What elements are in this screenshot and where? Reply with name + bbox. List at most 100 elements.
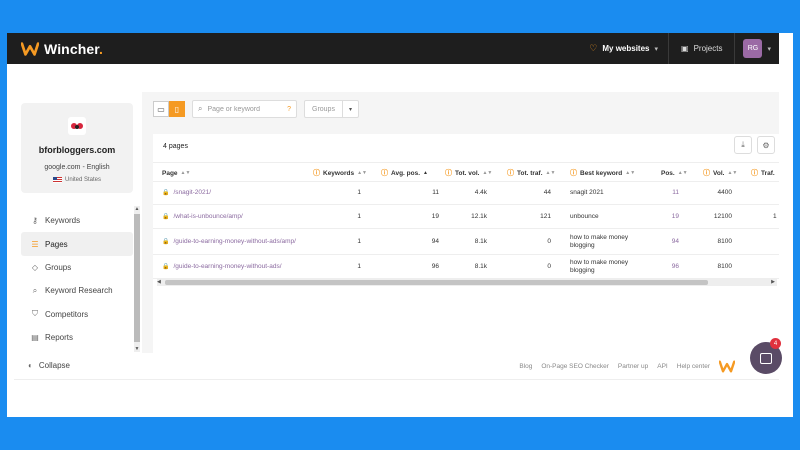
page-url-link[interactable]: 🔒/guide-to-earning-money-without-ads/: [162, 255, 307, 278]
desktop-icon: ▭: [157, 104, 165, 114]
search-box: ⌕ ?: [192, 100, 297, 118]
avg-pos-value: 11: [432, 189, 439, 196]
sidebar-item-pages[interactable]: ☰ Pages: [21, 232, 133, 256]
sidebar-item-label: Reports: [45, 333, 74, 343]
my-websites-label: My websites: [602, 44, 650, 53]
projects-menu[interactable]: ▣ Projects: [669, 33, 736, 64]
sidebar-item-reports[interactable]: ▤ Reports: [21, 326, 133, 349]
sidebar-item-label: Keyword Research: [45, 286, 113, 296]
column-header-tot-vol[interactable]: ⓘ Tot. vol. ▲▼: [445, 163, 492, 183]
table-row[interactable]: 🔒/what-is-unbounce/amp/ 1 19 12.1k 121 u…: [153, 205, 779, 229]
best-keyword: how to make money blogging: [570, 258, 629, 274]
table-row[interactable]: 🔒/guide-to-earning-money-without-ads/amp…: [153, 229, 779, 255]
footer-link-partner-up[interactable]: Partner up: [618, 363, 648, 370]
tot-vol-value: 4.4k: [474, 189, 487, 196]
search-icon: ⌕: [198, 104, 203, 113]
chat-icon: [760, 352, 772, 364]
traf-value: [773, 255, 779, 278]
column-header-vol[interactable]: ⓘ Vol. ▲▼: [703, 163, 737, 183]
keywords-count: 1: [357, 212, 361, 220]
avg-pos-value: 94: [431, 237, 439, 245]
sidebar-item-keyword-research[interactable]: ⌕ Keyword Research: [21, 279, 133, 302]
scroll-down-icon[interactable]: ▼: [134, 346, 140, 352]
vol-value: 8100: [717, 262, 732, 270]
column-header-best-keyword[interactable]: ⓘ Best keyword ▲▼: [570, 163, 635, 183]
tab-pages-count[interactable]: 4 pages: [153, 134, 198, 160]
page-url-link[interactable]: 🔒/guide-to-earning-money-without-ads/amp…: [162, 229, 307, 254]
desktop-toggle[interactable]: ▭: [153, 101, 169, 117]
groups-select-label: Groups: [305, 101, 343, 117]
chevron-down-icon: ▾: [767, 45, 771, 53]
site-favicon-icon: [68, 117, 86, 135]
info-icon: ⓘ: [381, 170, 388, 177]
page-url-link[interactable]: 🔒/what-is-unbounce/amp/: [162, 205, 307, 228]
site-card[interactable]: bforbloggers.com google.com - English Un…: [21, 103, 133, 193]
avg-pos-value: 19: [431, 212, 439, 220]
sidebar-item-label: Keywords: [45, 216, 81, 226]
sort-icon: ▲▼: [677, 170, 688, 176]
download-icon: ⤓: [741, 140, 745, 149]
footer-link-blog[interactable]: Blog: [519, 363, 532, 370]
tot-traf-value: 121: [540, 212, 551, 220]
tot-vol-value: 8.1k: [474, 237, 487, 245]
sort-icon: ▲▼: [545, 170, 556, 176]
best-keyword: snagit 2021: [570, 189, 604, 196]
heart-icon: ♡: [589, 43, 598, 53]
us-flag-icon: [52, 177, 62, 183]
site-name: bforbloggers.com: [38, 145, 116, 155]
footer-link-api[interactable]: API: [657, 363, 667, 370]
logo[interactable]: Wincher.: [21, 41, 103, 57]
chat-button[interactable]: 4: [750, 338, 782, 374]
scrollbar-thumb[interactable]: [165, 280, 708, 285]
table-row[interactable]: 🔒/snagit-2021/ 1 11 4.4k 44 snagit 2021 …: [153, 182, 779, 205]
sidebar-scrollbar[interactable]: ▲ ▼: [134, 206, 140, 352]
help-icon[interactable]: ?: [287, 106, 291, 113]
scroll-up-icon[interactable]: ▲: [134, 206, 140, 212]
info-icon: ⓘ: [507, 170, 514, 177]
vol-value: 8100: [717, 237, 732, 245]
tot-traf-value: 44: [543, 189, 551, 196]
collapse-button[interactable]: ◐ Collapse: [28, 361, 70, 370]
footer: Blog On-Page SEO Checker Partner up API …: [142, 353, 779, 379]
sidebar: bforbloggers.com google.com - English Un…: [14, 96, 142, 386]
footer-link-on-page-seo-checker[interactable]: On-Page SEO Checker: [541, 363, 609, 370]
sidebar-item-label: Groups: [45, 262, 72, 272]
table-horizontal-scrollbar[interactable]: ◀ ▶: [157, 279, 777, 286]
scroll-right-icon[interactable]: ▶: [771, 279, 775, 285]
account-menu[interactable]: RG ▾: [735, 39, 779, 58]
settings-button[interactable]: ⚙: [757, 136, 775, 154]
column-header-traf[interactable]: ⓘ Traf.: [751, 163, 775, 183]
wincher-footer-logo-icon: [719, 360, 735, 372]
traf-value: 1: [773, 212, 777, 220]
avatar: RG: [743, 39, 763, 58]
groups-select[interactable]: Groups ▾: [304, 100, 359, 118]
top-bar: Wincher. ♡ My websites ▾ ▣ Projects RG ▾: [7, 33, 779, 64]
divider: [14, 379, 779, 380]
sidebar-item-competitors[interactable]: ⛉ Competitors: [21, 303, 133, 326]
pos-value: 19: [671, 212, 679, 220]
column-header-tot-traf[interactable]: ⓘ Tot. traf. ▲▼: [507, 163, 555, 183]
country-label: United States: [64, 177, 102, 183]
search-engine-label: google.com - English: [44, 164, 110, 171]
my-websites-menu[interactable]: ♡ My websites ▾: [579, 33, 670, 64]
page-url-link[interactable]: 🔒/snagit-2021/: [162, 182, 307, 204]
sidebar-item-label: Pages: [45, 239, 68, 249]
download-button[interactable]: ⤓: [734, 136, 752, 154]
column-header-page[interactable]: Page ▲▼: [162, 163, 190, 183]
tot-vol-value: 12.1k: [471, 212, 487, 220]
scrollbar-thumb[interactable]: [134, 214, 140, 342]
footer-link-help-center[interactable]: Help center: [677, 363, 710, 370]
search-input[interactable]: [207, 105, 274, 113]
table-row[interactable]: 🔒/guide-to-earning-money-without-ads/ 1 …: [153, 255, 779, 279]
mobile-icon: ▯: [174, 104, 180, 114]
column-header-pos[interactable]: Pos. ▲▼: [661, 163, 688, 183]
sort-icon: ▲▼: [482, 170, 493, 176]
mobile-toggle[interactable]: ▯: [169, 101, 185, 117]
pos-value: 11: [672, 189, 679, 196]
traf-value: [773, 182, 779, 204]
sidebar-item-groups[interactable]: ◇ Groups: [21, 256, 133, 279]
scroll-left-icon[interactable]: ◀: [157, 279, 161, 285]
sidebar-item-keywords[interactable]: ⚷ Keywords: [21, 209, 133, 232]
column-header-avg-pos[interactable]: ⓘ Avg. pos. ▲: [381, 163, 428, 183]
column-header-keywords[interactable]: ⓘ Keywords ▲▼: [313, 163, 367, 183]
